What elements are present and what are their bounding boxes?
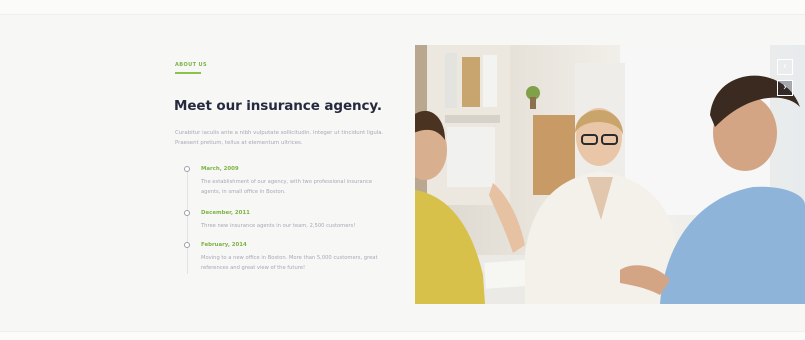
chevron-left-icon: ‹	[783, 61, 787, 72]
timeline-dot-icon	[184, 166, 190, 172]
timeline-text: Moving to a new office in Boston. More t…	[201, 255, 378, 271]
header-strip	[0, 0, 805, 15]
timeline-text: Three new insurance agents in our team, …	[201, 223, 356, 229]
section-title: Meet our insurance agency.	[174, 98, 382, 114]
section-intro: Curabitur iaculis ante a nibh vulputate …	[175, 130, 384, 146]
timeline-dot-icon	[184, 242, 190, 248]
timeline-dot-icon	[184, 210, 190, 216]
timeline-date: February, 2014	[201, 242, 247, 248]
section-eyebrow: ABOUT US	[175, 62, 208, 68]
timeline-date: December, 2011	[201, 210, 250, 216]
slider-next-button[interactable]: ›	[777, 80, 793, 96]
office-meeting-illustration	[415, 45, 805, 304]
slider-prev-button[interactable]: ‹	[777, 59, 793, 75]
eyebrow-underline	[175, 72, 201, 74]
chevron-right-icon: ›	[783, 82, 787, 93]
team-photo	[415, 45, 805, 304]
timeline-text: The establishment of our agency, with tw…	[201, 179, 373, 195]
timeline-date: March, 2009	[201, 166, 239, 172]
timeline-rail	[187, 170, 188, 274]
